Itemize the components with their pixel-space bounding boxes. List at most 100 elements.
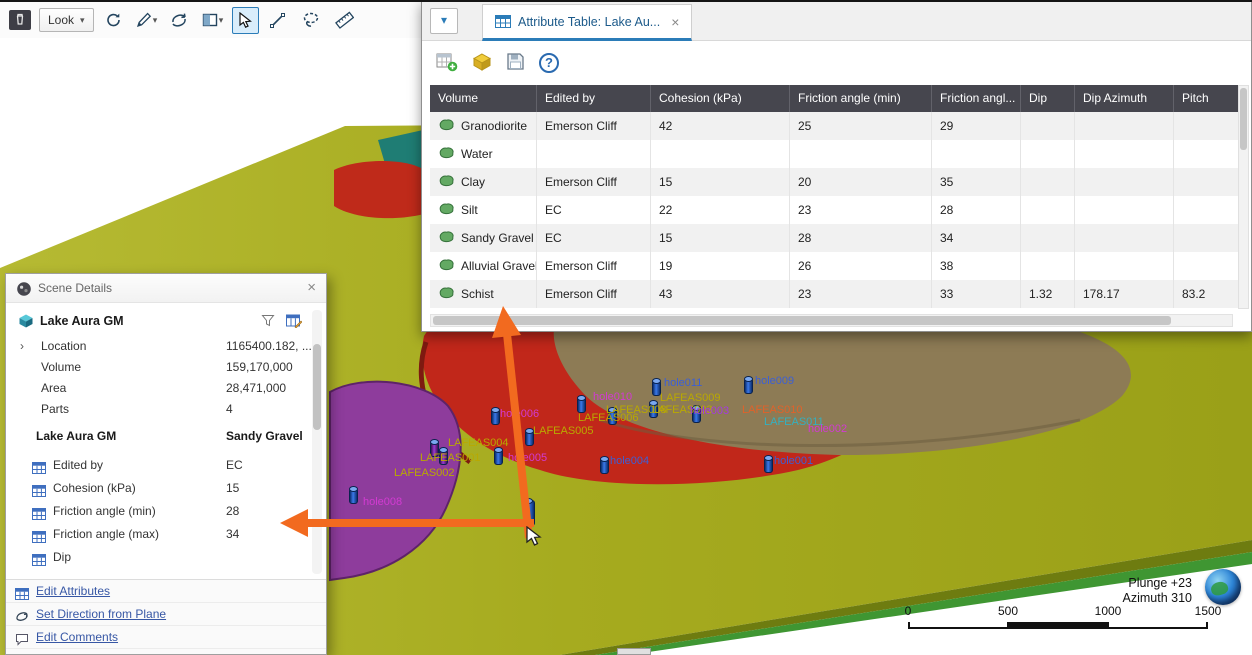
column-header[interactable]: Cohesion (kPa) bbox=[651, 85, 790, 112]
table-cell[interactable]: 28 bbox=[790, 224, 932, 252]
draw-line-button[interactable] bbox=[265, 7, 292, 34]
column-header[interactable]: Friction angl... bbox=[932, 85, 1021, 112]
link-label[interactable]: Edit Comments bbox=[36, 630, 118, 644]
filter-icon[interactable] bbox=[261, 314, 275, 331]
attribute-row[interactable]: Friction angle (min)28 bbox=[6, 500, 314, 523]
table-cell[interactable] bbox=[1021, 112, 1075, 140]
draw-plane-button[interactable]: ▾ bbox=[133, 7, 160, 34]
drillhole-marker[interactable] bbox=[524, 500, 535, 526]
tab-list-dropdown[interactable]: ▾ bbox=[430, 8, 458, 34]
drillhole-marker[interactable] bbox=[744, 378, 753, 394]
clear-scene-button[interactable] bbox=[6, 7, 33, 34]
vertical-scrollbar[interactable] bbox=[312, 310, 322, 574]
table-cell[interactable] bbox=[1021, 224, 1075, 252]
scrollbar-thumb[interactable] bbox=[433, 316, 1171, 325]
table-cell[interactable]: 33 bbox=[932, 280, 1021, 308]
table-cell[interactable] bbox=[790, 140, 932, 168]
table-cell[interactable] bbox=[651, 140, 790, 168]
look-dropdown[interactable]: Look ▾ bbox=[39, 8, 94, 32]
close-icon[interactable]: × bbox=[307, 279, 316, 296]
column-header[interactable]: Dip Azimuth bbox=[1075, 85, 1174, 112]
drillhole-marker[interactable] bbox=[577, 397, 586, 413]
volume-cell[interactable]: Schist bbox=[430, 280, 537, 308]
table-cell[interactable] bbox=[1174, 224, 1240, 252]
table-cell[interactable]: EC bbox=[537, 224, 651, 252]
table-cell[interactable] bbox=[932, 140, 1021, 168]
table-cell[interactable]: 29 bbox=[932, 112, 1021, 140]
table-cell[interactable]: 25 bbox=[790, 112, 932, 140]
table-cell[interactable] bbox=[1075, 140, 1174, 168]
column-header[interactable]: Pitch bbox=[1174, 85, 1240, 112]
table-row[interactable]: ClayEmerson Cliff152035 bbox=[430, 168, 1240, 196]
table-cell[interactable] bbox=[1174, 112, 1240, 140]
select-tool-button[interactable] bbox=[232, 7, 259, 34]
table-cell[interactable]: 83.2 bbox=[1174, 280, 1240, 308]
attribute-row[interactable]: Friction angle (max)34 bbox=[6, 523, 314, 546]
moving-plane-button[interactable] bbox=[166, 7, 193, 34]
volume-cell[interactable]: Water bbox=[430, 140, 537, 168]
table-cell[interactable]: 15 bbox=[651, 168, 790, 196]
table-cell[interactable]: EC bbox=[537, 196, 651, 224]
volume-cell[interactable]: Clay bbox=[430, 168, 537, 196]
column-header[interactable]: Volume bbox=[430, 85, 537, 112]
scrollbar-thumb[interactable] bbox=[313, 344, 321, 430]
save-button[interactable] bbox=[506, 52, 525, 74]
link-label[interactable]: Edit Attributes bbox=[36, 584, 110, 598]
drillhole-marker[interactable] bbox=[491, 409, 500, 425]
table-cell[interactable]: 1.32 bbox=[1021, 280, 1075, 308]
table-row[interactable]: SchistEmerson Cliff4323331.32178.1783.2 bbox=[430, 280, 1240, 308]
table-cell[interactable] bbox=[1174, 196, 1240, 224]
column-header[interactable]: Dip bbox=[1021, 85, 1075, 112]
link-label[interactable]: Set Direction from Plane bbox=[36, 607, 166, 621]
compass-ball[interactable] bbox=[1205, 569, 1241, 605]
table-cell[interactable] bbox=[1075, 224, 1174, 252]
table-cell[interactable]: 178.17 bbox=[1075, 280, 1174, 308]
table-cell[interactable] bbox=[1021, 140, 1075, 168]
volume-cell[interactable]: Granodiorite bbox=[430, 112, 537, 140]
ruler-button[interactable] bbox=[331, 7, 358, 34]
drillhole-marker[interactable] bbox=[600, 458, 609, 474]
property-row[interactable]: › Location 1165400.182, ... bbox=[6, 336, 314, 357]
set-direction-link[interactable]: Set Direction from Plane bbox=[6, 603, 326, 626]
selected-object-header[interactable]: Lake Aura GM bbox=[6, 309, 326, 335]
table-cell[interactable] bbox=[537, 140, 651, 168]
attribute-row[interactable]: Cohesion (kPa)15 bbox=[6, 477, 314, 500]
edit-attributes-link[interactable]: Edit Attributes bbox=[6, 580, 326, 603]
drillhole-marker[interactable] bbox=[764, 457, 773, 473]
table-cell[interactable]: 15 bbox=[651, 224, 790, 252]
table-cell[interactable]: 23 bbox=[790, 196, 932, 224]
column-header[interactable]: Edited by bbox=[537, 85, 651, 112]
table-cell[interactable] bbox=[1174, 168, 1240, 196]
vertical-scrollbar[interactable] bbox=[1238, 85, 1249, 309]
column-header[interactable]: Friction angle (min) bbox=[790, 85, 932, 112]
table-cell[interactable] bbox=[1174, 140, 1240, 168]
table-cell[interactable]: 38 bbox=[932, 252, 1021, 280]
table-cell[interactable] bbox=[1021, 252, 1075, 280]
help-button[interactable]: ? bbox=[539, 53, 559, 73]
close-icon[interactable]: × bbox=[671, 14, 679, 30]
drillhole-marker[interactable] bbox=[494, 449, 503, 465]
sync-views-button[interactable] bbox=[100, 7, 127, 34]
table-cell[interactable] bbox=[1075, 196, 1174, 224]
table-row[interactable]: SiltEC222328 bbox=[430, 196, 1240, 224]
volume-cell[interactable]: Silt bbox=[430, 196, 537, 224]
table-cell[interactable]: 34 bbox=[932, 224, 1021, 252]
table-cell[interactable]: 23 bbox=[790, 280, 932, 308]
table-cell[interactable] bbox=[1021, 196, 1075, 224]
table-cell[interactable] bbox=[1075, 112, 1174, 140]
table-cell[interactable]: 43 bbox=[651, 280, 790, 308]
scrollbar-thumb[interactable] bbox=[1240, 88, 1247, 150]
table-row[interactable]: GranodioriteEmerson Cliff422529 bbox=[430, 112, 1240, 140]
table-row[interactable]: Sandy GravelEC152834 bbox=[430, 224, 1240, 252]
table-cell[interactable]: Emerson Cliff bbox=[537, 280, 651, 308]
tab-attribute-table[interactable]: Attribute Table: Lake Au... × bbox=[482, 4, 692, 41]
table-cell[interactable]: Emerson Cliff bbox=[537, 112, 651, 140]
table-cell[interactable]: 20 bbox=[790, 168, 932, 196]
volume-cell[interactable]: Alluvial Gravel bbox=[430, 252, 537, 280]
volume-box-button[interactable] bbox=[472, 52, 492, 75]
table-cell[interactable]: Emerson Cliff bbox=[537, 168, 651, 196]
table-cell[interactable]: 19 bbox=[651, 252, 790, 280]
edit-comments-link[interactable]: Edit Comments bbox=[6, 626, 326, 649]
table-cell[interactable]: 22 bbox=[651, 196, 790, 224]
table-row[interactable]: Water bbox=[430, 140, 1240, 168]
